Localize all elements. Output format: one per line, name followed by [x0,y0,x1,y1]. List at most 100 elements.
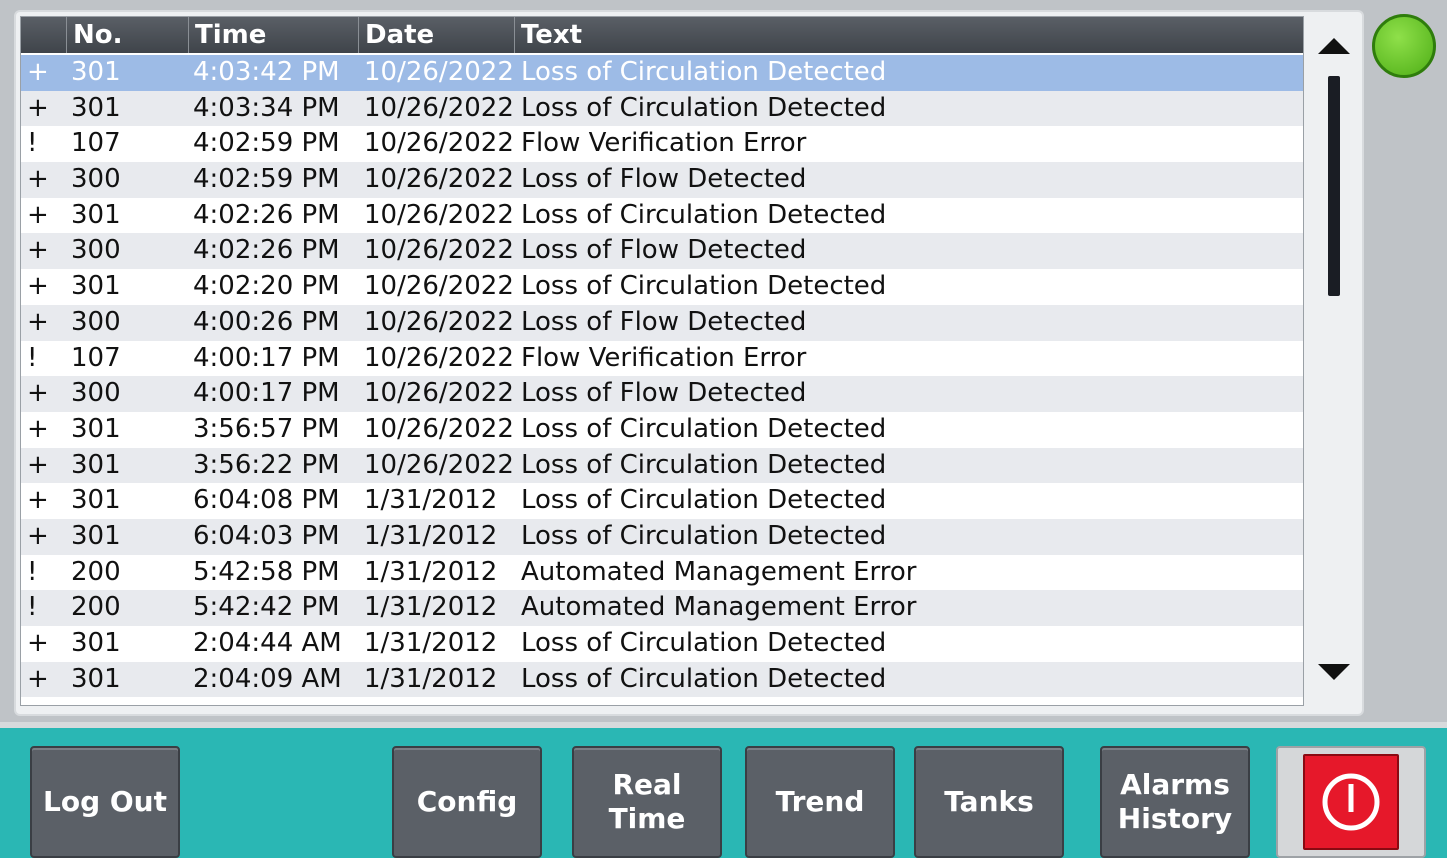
real-time-button[interactable]: Real Time [572,746,722,858]
alarm-flag: + [27,235,49,266]
alarm-text: Loss of Circulation Detected [521,57,887,87]
alarm-text: Loss of Circulation Detected [521,520,887,551]
alarm-text: Loss of Circulation Detected [521,485,887,516]
alarm-flag: + [27,306,49,337]
power-button[interactable] [1276,746,1426,858]
alarm-time: 4:02:26 PM [193,199,340,230]
alarm-date: 10/26/2022 [364,342,514,373]
scrollbar[interactable] [1308,16,1358,706]
table-row[interactable]: +301 2:04:44 AM 1/31/2012 Loss of Circulati… [21,626,1303,662]
alarm-number: 300 [71,306,121,337]
alarm-view-area: No. Time Date Text +301 4:03:42 PM 10/26/2… [0,0,1447,722]
alarm-date: 10/26/2022 [364,128,514,159]
alarm-number: 107 [71,342,121,373]
table-row[interactable]: +300 4:00:17 PM 10/26/2022 Loss of Flow Det… [21,376,1303,412]
column-header-text[interactable]: Text [515,17,1303,53]
real-time-label: Real Time [608,768,686,835]
alarm-time: 4:03:34 PM [193,92,340,123]
alarm-number: 301 [71,485,121,516]
column-header-time[interactable]: Time [189,17,359,53]
status-indicator-icon [1372,14,1436,78]
table-row[interactable]: +301 6:04:08 PM 1/31/2012 Loss of Circulati… [21,483,1303,519]
alarm-panel: No. Time Date Text +301 4:03:42 PM 10/26/2… [14,10,1364,716]
alarm-time: 4:02:26 PM [193,235,340,266]
alarm-text: Flow Verification Error [521,342,807,373]
alarm-time: 6:04:03 PM [193,520,340,551]
alarm-number: 200 [71,556,121,587]
tanks-button[interactable]: Tanks [914,746,1064,858]
alarm-flag: + [27,199,49,230]
alarm-date: 1/31/2012 [364,520,498,551]
alarm-text: Loss of Flow Detected [521,306,807,337]
alarm-flag: ! [27,556,38,587]
column-header-flag[interactable] [21,17,67,53]
alarm-flag: ! [27,128,38,159]
alarm-time: 4:00:17 PM [193,378,340,409]
log-out-button[interactable]: Log Out [30,746,180,858]
scroll-up-arrow-icon[interactable] [1318,38,1350,54]
alarm-number: 301 [71,57,121,87]
alarm-time: 3:56:22 PM [193,449,340,480]
alarm-flag: ! [27,592,38,623]
alarm-date: 1/31/2012 [364,628,498,658]
column-header-no[interactable]: No. [67,17,189,53]
table-row[interactable]: ! 200 5:42:58 PM 1/31/2012 Automated Managem… [21,554,1303,591]
column-header-date[interactable]: Date [359,17,515,53]
power-icon [1303,754,1399,850]
alarm-text: Loss of Circulation Detected [521,628,887,658]
config-button[interactable]: Config [392,746,542,858]
alarm-time: 4:03:42 PM [193,57,340,87]
alarm-text: Loss of Circulation Detected [521,92,887,123]
table-row[interactable]: +301 4:03:34 PM 10/26/2022 Loss of Circulat… [21,90,1303,127]
table-row[interactable]: +300 4:02:59 PM 10/26/2022 Loss of Flow Det… [21,162,1303,198]
table-row[interactable]: +300 4:00:26 PM 10/26/2022 Loss of Flow Det… [21,304,1303,341]
alarm-text: Loss of Circulation Detected [521,663,887,694]
alarm-time: 4:02:59 PM [193,164,340,195]
table-row[interactable]: +301 2:04:09 AM 1/31/2012 Loss of Circulati… [21,661,1303,698]
table-row[interactable]: ! 200 5:42:42 PM 1/31/2012 Automated Managem… [21,590,1303,626]
table-row[interactable]: +301 6:04:03 PM 1/31/2012 Loss of Circulati… [21,518,1303,555]
trend-button[interactable]: Trend [745,746,895,858]
alarm-text: Loss of Flow Detected [521,164,807,195]
table-row[interactable]: +300 4:02:26 PM 10/26/2022 Loss of Flow Det… [21,233,1303,270]
alarm-table: No. Time Date Text +301 4:03:42 PM 10/26/2… [20,16,1304,706]
alarm-text: Automated Management Error [521,556,917,587]
alarm-text: Loss of Flow Detected [521,235,807,266]
alarm-date: 10/26/2022 [364,235,514,266]
tanks-label: Tanks [944,785,1034,818]
alarms-history-button[interactable]: Alarms History [1100,746,1250,858]
alarm-time: 2:04:09 AM [193,663,342,694]
alarm-flag: + [27,57,49,87]
alarm-time: 5:42:42 PM [193,592,340,623]
alarm-time: 4:00:26 PM [193,306,340,337]
alarm-number: 107 [71,128,121,159]
table-row[interactable]: ! 107 4:02:59 PM 10/26/2022 Flow Verificatio… [21,126,1303,163]
alarm-number: 301 [71,271,121,302]
alarm-number: 301 [71,413,121,444]
alarm-time: 3:56:57 PM [193,413,340,444]
table-row[interactable]: +301 4:03:42 PM 10/26/2022 Loss of Circulat… [21,55,1303,91]
alarm-time: 5:42:58 PM [193,556,340,587]
scroll-thumb[interactable] [1328,76,1340,296]
table-row[interactable]: ! 107 4:00:17 PM 10/26/2022 Flow Verificatio… [21,340,1303,377]
alarm-date: 10/26/2022 [364,449,514,480]
alarm-number: 301 [71,92,121,123]
alarm-flag: + [27,271,49,302]
alarm-date: 1/31/2012 [364,592,498,623]
table-row[interactable]: +301 4:02:20 PM 10/26/2022 Loss of Circulat… [21,269,1303,305]
alarm-text: Automated Management Error [521,592,917,623]
alarm-date: 10/26/2022 [364,271,514,302]
alarm-date: 10/26/2022 [364,57,514,87]
alarm-flag: + [27,628,49,658]
alarm-flag: + [27,485,49,516]
alarm-flag: + [27,378,49,409]
alarm-flag: + [27,663,49,694]
alarm-number: 300 [71,378,121,409]
table-row[interactable]: +301 4:02:26 PM 10/26/2022 Loss of Circulat… [21,197,1303,234]
alarm-number: 301 [71,449,121,480]
table-row[interactable]: +301 3:56:22 PM 10/26/2022 Loss of Circulat… [21,447,1303,484]
alarm-flag: + [27,413,49,444]
scroll-down-arrow-icon[interactable] [1318,664,1350,680]
alarm-number: 301 [71,663,121,694]
table-row[interactable]: +301 3:56:57 PM 10/26/2022 Loss of Circulat… [21,411,1303,448]
